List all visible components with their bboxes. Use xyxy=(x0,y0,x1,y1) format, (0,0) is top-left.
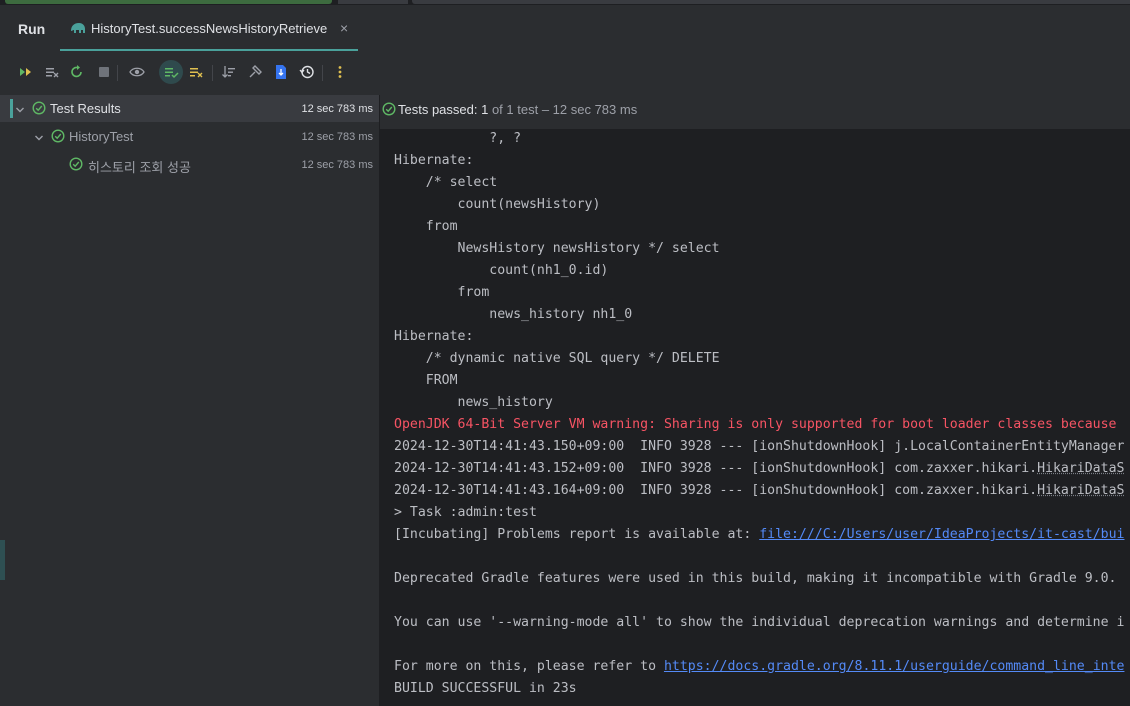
log-text: [Incubating] Problems report is availabl… xyxy=(394,527,760,542)
stop-icon[interactable] xyxy=(92,60,116,84)
rerun-failed-icon[interactable] xyxy=(40,60,64,84)
console-line: For more on this, please refer to https:… xyxy=(394,656,1124,678)
run-tab[interactable]: HistoryTest.successNewsHistoryRetrieve × xyxy=(60,5,358,51)
console-line: > Task :admin:test xyxy=(394,505,537,520)
toolbar-separator xyxy=(322,65,323,81)
export-icon[interactable] xyxy=(269,60,293,84)
test-duration: 12 sec 783 ms xyxy=(301,103,373,115)
test-passed-icon xyxy=(32,101,46,118)
show-ignored-icon[interactable] xyxy=(184,60,208,84)
test-results-tree: Test Results 12 sec 783 ms HistoryTest 1… xyxy=(0,95,379,706)
console-line: count(newsHistory) xyxy=(394,197,609,212)
console-line: 2024-12-30T14:41:43.164+09:00 INFO 3928 … xyxy=(394,480,1124,502)
tree-item-label: HistoryTest xyxy=(69,129,134,144)
chevron-down-icon[interactable] xyxy=(34,131,44,146)
console-line: /* select xyxy=(394,175,498,190)
console-line: Deprecated Gradle features were used in … xyxy=(394,571,1117,586)
problems-report-link[interactable]: file:///C:/Users/user/IdeaProjects/it-ca… xyxy=(759,527,1124,542)
test-duration: 12 sec 783 ms xyxy=(301,131,373,143)
test-runner-toolbar xyxy=(0,52,380,92)
selection-marker xyxy=(10,99,13,118)
status-detail: of 1 test – 12 sec 783 ms xyxy=(488,102,638,117)
gradle-docs-link[interactable]: https://docs.gradle.org/8.11.1/userguide… xyxy=(664,659,1125,674)
show-passed-icon[interactable] xyxy=(125,60,149,84)
console-line: Hibernate: xyxy=(394,153,482,168)
progress-indicator xyxy=(5,0,332,4)
log-text: 2024-12-30T14:41:43.152+09:00 INFO 3928 … xyxy=(394,461,1038,476)
top-strip-segment xyxy=(338,0,408,4)
console-line: from xyxy=(394,285,490,300)
status-prefix: Tests passed: xyxy=(398,102,482,117)
history-icon[interactable] xyxy=(295,60,319,84)
toggle-autotest-icon[interactable] xyxy=(65,60,89,84)
console-line: count(nh1_0.id) xyxy=(394,263,617,278)
gradle-elephant-icon xyxy=(70,22,86,37)
tree-item-test-results[interactable]: Test Results 12 sec 783 ms xyxy=(0,95,379,122)
tree-item-label: 히스토리 조회 성공 xyxy=(88,160,191,175)
toolbar-separator xyxy=(117,65,118,81)
test-passed-icon xyxy=(382,102,396,119)
console-output[interactable]: ?, ? Hibernate: /* select count(newsHist… xyxy=(380,129,1130,706)
class-reference[interactable]: HikariDataS xyxy=(1037,461,1124,476)
test-status-bar: Tests passed: 1 of 1 test – 12 sec 783 m… xyxy=(380,95,1130,129)
console-line: 2024-12-30T14:41:43.152+09:00 INFO 3928 … xyxy=(394,458,1124,480)
console-line: news_history xyxy=(394,395,553,410)
console-line: NewsHistory newsHistory */ select xyxy=(394,241,720,256)
tree-item-label: Test Results xyxy=(50,101,121,116)
tree-item-historytest[interactable]: HistoryTest 12 sec 783 ms xyxy=(0,123,379,150)
console-line: [Incubating] Problems report is availabl… xyxy=(394,524,1124,546)
run-tab-title: HistoryTest.successNewsHistoryRetrieve xyxy=(91,21,328,36)
left-edge-indicator xyxy=(0,540,5,580)
log-text: 2024-12-30T14:41:43.164+09:00 INFO 3928 … xyxy=(394,483,1038,498)
console-line: FROM xyxy=(394,373,458,388)
show-passed-tests-icon[interactable] xyxy=(159,60,183,84)
class-reference[interactable]: HikariDataS xyxy=(1037,483,1124,498)
run-tool-window-title: Run xyxy=(18,21,46,37)
log-text: For more on this, please refer to xyxy=(394,659,664,674)
console-warning-line: OpenJDK 64-Bit Server VM warning: Sharin… xyxy=(394,417,1117,432)
console-line: You can use '--warning-mode all' to show… xyxy=(394,615,1125,630)
active-tab-indicator xyxy=(60,49,358,51)
collapse-icon[interactable] xyxy=(243,60,267,84)
tests-passed-summary: Tests passed: 1 of 1 test – 12 sec 783 m… xyxy=(398,102,637,117)
test-passed-icon xyxy=(51,129,65,146)
more-icon[interactable] xyxy=(328,60,352,84)
console-line: news_history nh1_0 xyxy=(394,307,633,322)
top-strip-segment xyxy=(412,0,1130,4)
console-line: Hibernate: xyxy=(394,329,482,344)
rerun-icon[interactable] xyxy=(14,60,38,84)
close-tab-icon[interactable]: × xyxy=(340,20,348,36)
console-line: ?, ? xyxy=(394,131,522,146)
console-line: from xyxy=(394,219,458,234)
console-line: 2024-12-30T14:41:43.150+09:00 INFO 3928 … xyxy=(394,439,1125,454)
run-tool-window-header: Run HistoryTest.successNewsHistoryRetrie… xyxy=(0,5,1130,51)
console-line: /* dynamic native SQL query */ DELETE xyxy=(394,351,728,366)
chevron-down-icon[interactable] xyxy=(15,103,25,118)
test-passed-icon xyxy=(69,157,83,174)
toolbar-separator xyxy=(212,65,213,81)
tree-item-test-case[interactable]: 히스토리 조회 성공 12 sec 783 ms xyxy=(0,151,379,178)
sort-icon[interactable] xyxy=(217,60,241,84)
test-duration: 12 sec 783 ms xyxy=(301,159,373,171)
console-line: BUILD SUCCESSFUL in 23s xyxy=(394,681,577,696)
